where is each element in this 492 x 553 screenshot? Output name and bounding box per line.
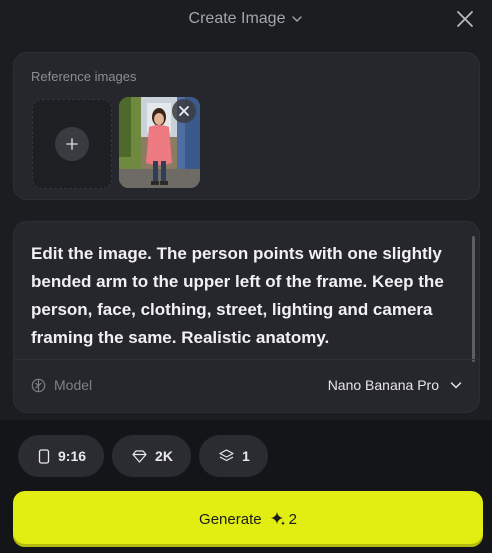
divider — [14, 359, 479, 360]
layers-icon — [219, 449, 234, 462]
prompt-card: Edit the image. The person points with o… — [13, 221, 480, 413]
chevron-down-icon — [450, 382, 462, 389]
bottom-bar: 9:16 2K 1 Generate 2 — [0, 420, 492, 553]
dialog-title: Create Image — [188, 10, 286, 27]
title-dropdown[interactable]: Create Image — [0, 10, 492, 28]
diamond-icon — [132, 449, 147, 463]
dialog-header: Create Image — [0, 0, 492, 40]
reference-images-label: Reference images — [31, 69, 137, 84]
model-icon — [31, 378, 46, 392]
reference-thumbnail[interactable] — [119, 97, 200, 188]
model-row: Model Nano Banana Pro — [31, 370, 463, 400]
remove-reference-button[interactable] — [172, 99, 196, 123]
sparkle-icon — [270, 512, 285, 526]
close-icon — [179, 106, 189, 116]
prompt-input[interactable]: Edit the image. The person points with o… — [31, 240, 461, 352]
chevron-down-icon — [292, 16, 303, 22]
generate-cost: 2 — [270, 511, 297, 528]
generate-button[interactable]: Generate 2 — [13, 491, 483, 547]
model-label: Model — [54, 377, 93, 393]
resolution-value: 2K — [155, 448, 173, 464]
close-button[interactable] — [454, 8, 476, 30]
image-count-button[interactable]: 1 — [198, 435, 268, 477]
prompt-scrollbar[interactable] — [472, 236, 475, 362]
options-chips: 9:16 2K 1 — [18, 435, 268, 477]
model-label-group: Model — [31, 377, 92, 393]
add-reference-button[interactable] — [32, 99, 112, 189]
generate-label: Generate — [199, 510, 262, 528]
resolution-button[interactable]: 2K — [112, 435, 191, 477]
phone-portrait-icon — [38, 448, 50, 464]
model-value: Nano Banana Pro — [327, 377, 439, 393]
reference-images-card: Reference images — [13, 52, 480, 200]
image-count-value: 1 — [241, 448, 250, 464]
plus-icon — [55, 127, 89, 161]
model-select[interactable]: Nano Banana Pro — [328, 377, 463, 393]
close-icon — [457, 11, 473, 27]
aspect-ratio-value: 9:16 — [58, 448, 87, 464]
aspect-ratio-button[interactable]: 9:16 — [18, 435, 105, 477]
generate-cost-value: 2 — [288, 510, 297, 528]
